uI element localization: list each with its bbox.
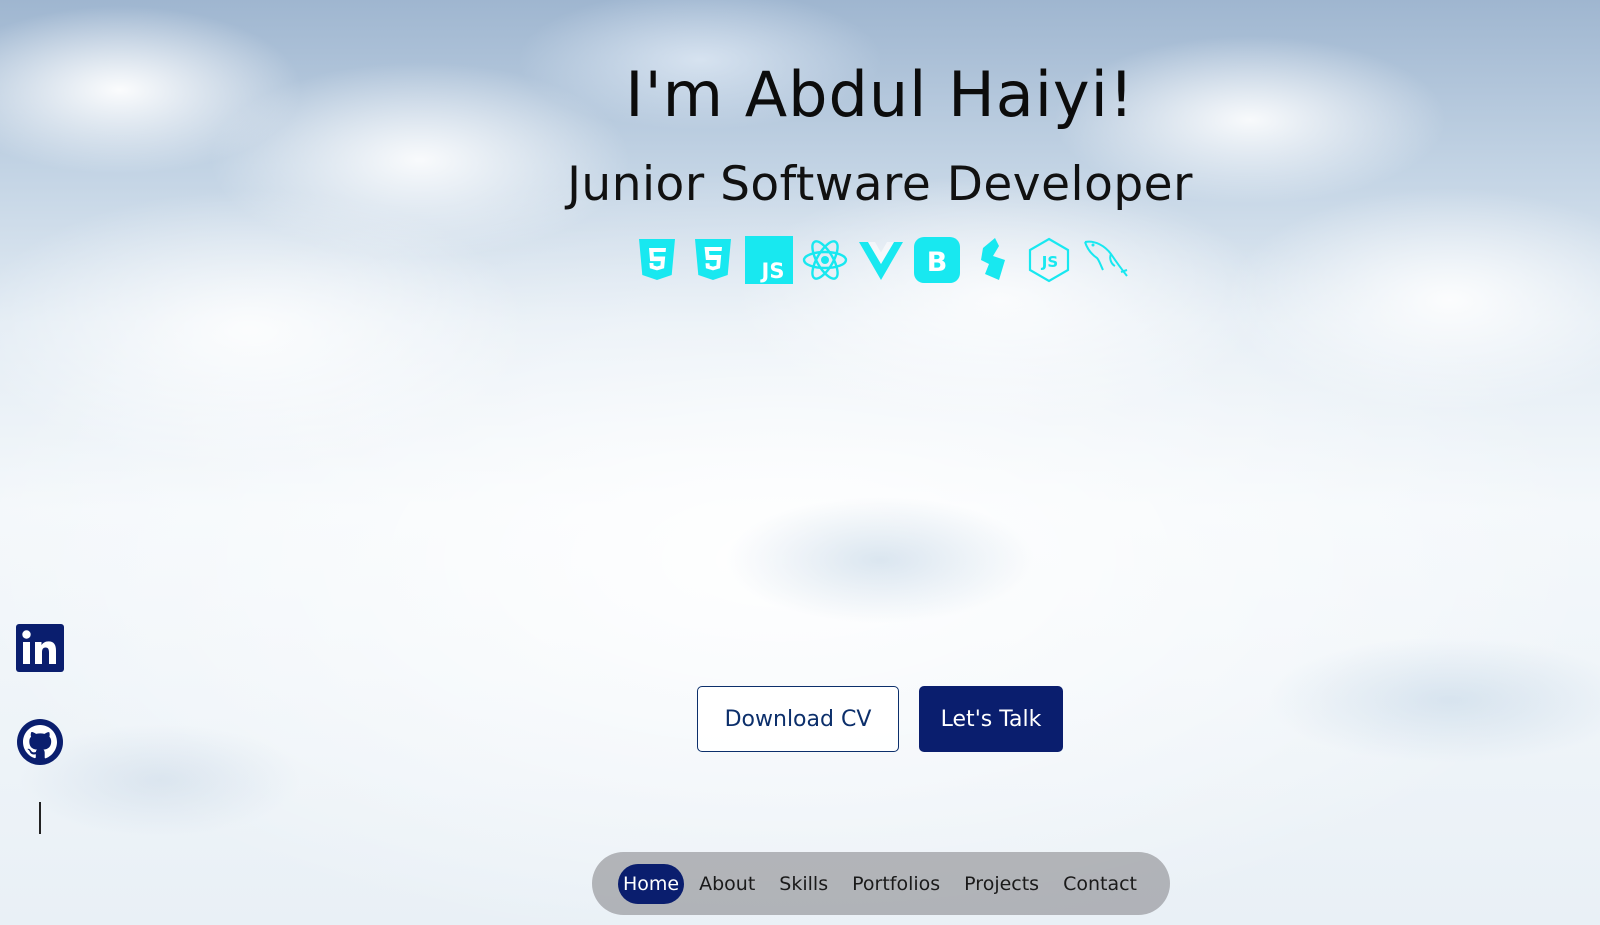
nav-item-projects[interactable]: Projects bbox=[955, 865, 1048, 903]
mysql-icon bbox=[1081, 236, 1129, 284]
bottom-nav: Home About Skills Portfolios Projects Co… bbox=[592, 852, 1170, 915]
hero-subtitle: Junior Software Developer bbox=[567, 157, 1193, 212]
vue-icon bbox=[857, 236, 905, 284]
svg-text:JS: JS bbox=[1041, 253, 1058, 271]
linkedin-icon bbox=[16, 624, 64, 672]
nav-item-about[interactable]: About bbox=[690, 865, 764, 903]
hero: I'm Abdul Haiyi! Junior Software Develop… bbox=[0, 58, 1600, 212]
nodejs-icon: JS bbox=[1025, 236, 1073, 284]
svg-text:JS: JS bbox=[760, 259, 785, 283]
linkedin-link[interactable] bbox=[16, 624, 64, 672]
download-cv-button[interactable]: Download CV bbox=[697, 686, 899, 752]
css3-icon bbox=[689, 236, 737, 284]
blitz-icon bbox=[969, 236, 1017, 284]
nav-item-home[interactable]: Home bbox=[618, 863, 685, 904]
html5-icon bbox=[633, 236, 681, 284]
react-icon bbox=[801, 236, 849, 284]
social-links bbox=[16, 624, 64, 834]
javascript-icon: JS bbox=[745, 236, 793, 284]
github-icon bbox=[17, 719, 63, 765]
lets-talk-button[interactable]: Let's Talk bbox=[919, 686, 1063, 752]
social-divider-line bbox=[39, 802, 41, 834]
github-link[interactable] bbox=[16, 718, 64, 766]
nav-item-contact[interactable]: Contact bbox=[1054, 865, 1146, 903]
nav-item-skills[interactable]: Skills bbox=[770, 865, 837, 903]
svg-text:B: B bbox=[927, 247, 948, 278]
cta-buttons: Download CV Let's Talk bbox=[697, 686, 1063, 752]
tech-stack-icons: JS B JS bbox=[633, 236, 1129, 284]
bootstrap-icon: B bbox=[913, 236, 961, 284]
nav-item-portfolios[interactable]: Portfolios bbox=[843, 865, 949, 903]
hero-title: I'm Abdul Haiyi! bbox=[625, 58, 1135, 131]
